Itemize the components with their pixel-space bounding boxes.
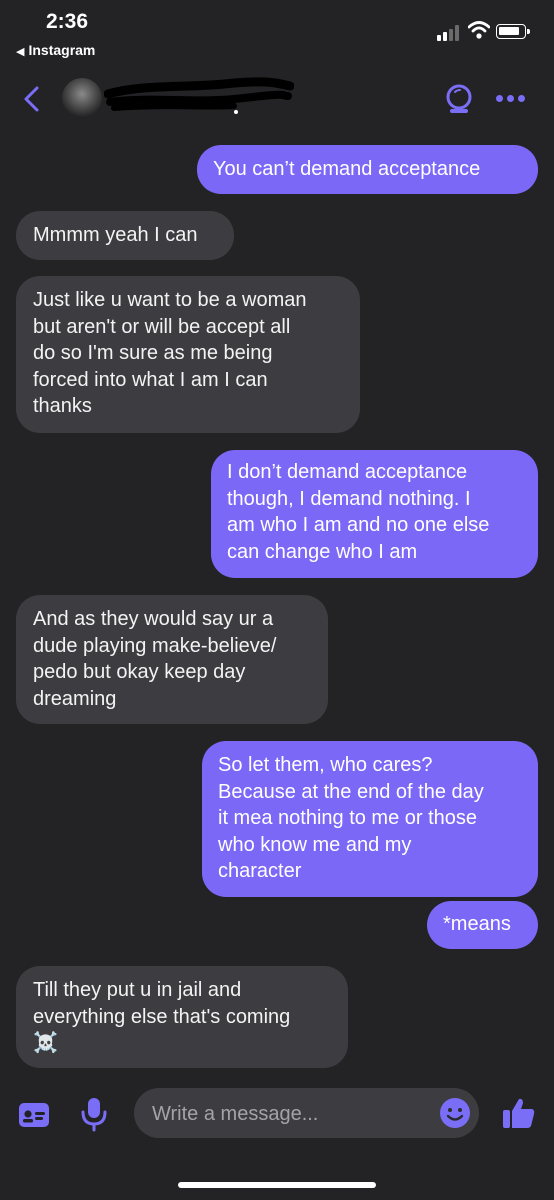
message-input[interactable]: [150, 1088, 434, 1140]
cellular-signal-icon: [437, 24, 463, 41]
thumbs-up-icon[interactable]: [502, 1096, 536, 1130]
microphone-icon[interactable]: [80, 1096, 108, 1132]
contact-avatar[interactable]: [62, 78, 102, 118]
crystal-ball-icon[interactable]: [443, 83, 475, 115]
message-outgoing[interactable]: *means: [427, 901, 538, 949]
home-indicator[interactable]: [178, 1182, 376, 1188]
message-incoming[interactable]: And as they would say ur a dude playing …: [16, 595, 328, 724]
message-composer: [0, 1080, 554, 1150]
message-outgoing[interactable]: You can’t demand acceptance: [197, 145, 538, 194]
message-incoming[interactable]: Just like u want to be a woman but aren'…: [16, 276, 360, 433]
redacted-contact-name: [104, 77, 294, 114]
message-incoming[interactable]: Till they put u in jail and everything e…: [16, 966, 348, 1068]
back-chevron-icon[interactable]: [20, 84, 44, 114]
back-triangle-icon: ◀: [16, 46, 25, 58]
chat-header: [0, 66, 554, 136]
more-options-icon[interactable]: [496, 95, 526, 105]
emoji-icon[interactable]: [439, 1097, 471, 1129]
message-input-box[interactable]: [134, 1088, 479, 1140]
back-to-app-link[interactable]: ◀ Instagram: [16, 42, 95, 58]
battery-icon: [496, 24, 530, 39]
message-incoming[interactable]: Mmmm yeah I can: [16, 211, 234, 260]
back-app-label: Instagram: [28, 42, 96, 58]
wifi-icon: [468, 21, 490, 39]
message-outgoing[interactable]: So let them, who cares? Because at the e…: [202, 741, 538, 897]
card-icon[interactable]: [18, 1102, 50, 1128]
status-time: 2:36: [46, 10, 89, 33]
message-outgoing[interactable]: I don’t demand acceptance though, I dema…: [211, 450, 538, 578]
status-bar: 2:36 ◀ Instagram: [0, 0, 554, 66]
